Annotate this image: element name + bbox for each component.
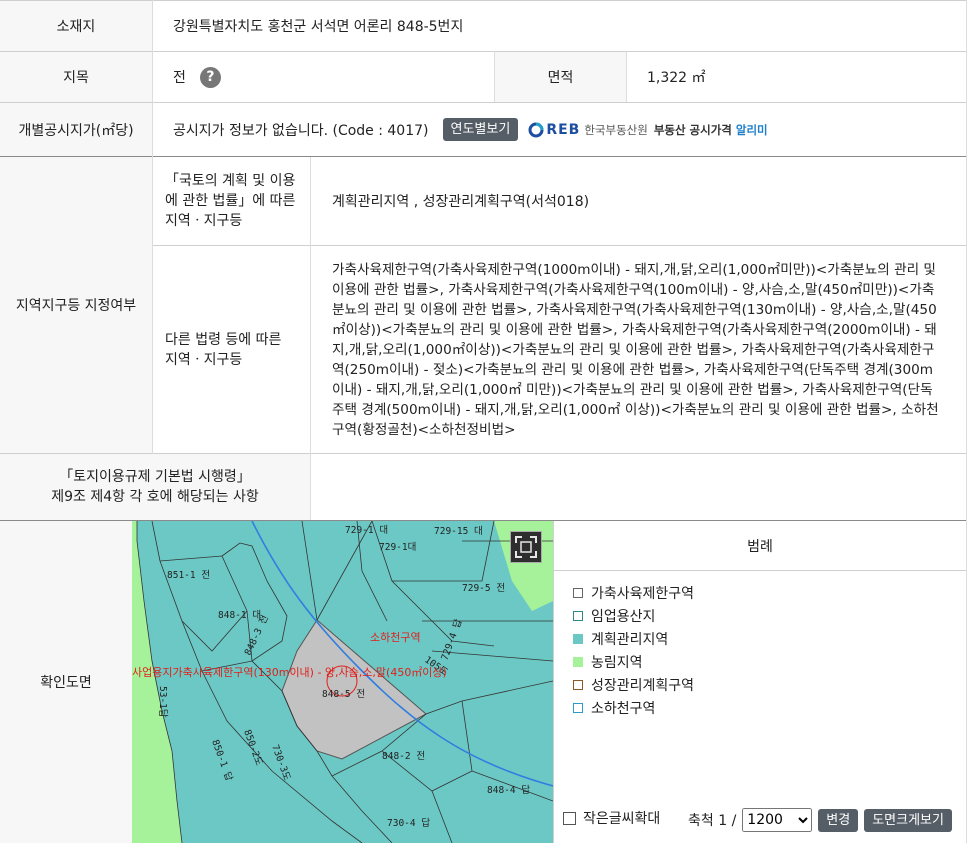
legend-item-label: 성장관리계획구역 [591,677,695,694]
land-category-value: 전 ? [153,52,494,102]
map-overlay-stream-zone: 소하천구역 [370,630,421,644]
scale-control: 축척 1 / 1200 변경 도면크게보기 [688,808,952,832]
legend-item: 계획관리지역 [573,627,966,650]
zoning-label: 지역지구등 지정여부 [0,157,152,453]
legend-item: 성장관리계획구역 [573,673,966,696]
legend-swatch [573,587,583,598]
small-text-checkbox[interactable] [563,811,576,825]
legend-swatch [573,610,583,621]
scale-change-button[interactable]: 변경 [818,808,859,832]
legend-item: 소하천구역 [573,696,966,719]
map-overlay-livestock-zone: 사업용지가축사육제한구역(130m이내) - 양,사슴,소,말(450㎡이상) [132,666,447,679]
legend-item-label: 임업용산지 [591,608,656,625]
other-law-label: 다른 법령 등에 따른 지역ㆍ지구등 [165,331,282,368]
reb-price-alimi-link[interactable]: REB 한국부동산원 부동산 공시가격 알리미 [528,121,768,138]
map-fullscreen-icon[interactable] [510,531,542,563]
svg-text:729-5 전: 729-5 전 [462,583,505,594]
enforcement-value [311,454,966,520]
legend-item: 가축사육제한구역 [573,581,966,604]
legend-item-label: 가축사육제한구역 [591,585,695,602]
legend-item: 임업용산지 [573,604,966,627]
svg-text:730-4 답: 730-4 답 [387,817,430,829]
national-law-value: 계획관리지역 , 성장관리계획구역(서석018) [332,194,590,210]
location-label: 소재지 [0,1,152,51]
legend-swatch [573,702,583,713]
map-enlarge-button[interactable]: 도면크게보기 [864,808,952,832]
enforcement-label: 「토지이용규제 기본법 시행령」 제9조 제4항 각 호에 해당되는 사항 [0,454,310,520]
legend-swatch [573,656,583,667]
reb-logo-icon [528,122,544,137]
price-value: 공시지가 정보가 없습니다. (Code : 4017) 연도별보기 REB 한… [153,103,966,156]
legend-swatch [573,633,583,644]
svg-text:53-1답: 53-1답 [157,686,169,718]
svg-text:729-15 대: 729-15 대 [434,526,483,537]
legend-title: 범례 [554,521,966,571]
legend-item-label: 농림지역 [591,654,643,671]
help-icon[interactable]: ? [199,66,221,88]
area-value: 1,322 ㎡ [647,70,706,86]
national-law-label: 「국토의 계획 및 이용에 관한 법률」에 따른 지역ㆍ지구등 [165,173,296,229]
svg-text:848-5 전: 848-5 전 [322,689,365,700]
legend-item: 농림지역 [573,650,966,673]
area-label: 면적 [495,52,626,102]
svg-text:729-1 대: 729-1 대 [345,525,388,536]
svg-text:848-2 전: 848-2 전 [382,751,425,762]
map-label: 확인도면 [0,521,132,843]
other-law-value: 가축사육제한구역(가축사육제한구역(1000m이내) - 돼지,개,닭,오리(1… [332,261,939,438]
svg-text:729-1대: 729-1대 [379,542,416,553]
legend-swatch [573,679,583,690]
svg-text:848-1 대: 848-1 대 [218,610,261,621]
legend-panel: 범례 가축사육제한구역 임업용산지 계획관리지역 농림지역 성장관리계획구역 소하천구역 … [553,521,966,843]
svg-text:848-4 답: 848-4 답 [487,784,530,796]
legend-list: 가축사육제한구역임업용산지계획관리지역농림지역성장관리계획구역소하천구역 [554,571,966,719]
land-use-page: 소재지 강원특별자치도 홍천군 서석면 어론리 848-5번지 지목 전 ? 면… [0,0,967,843]
scale-select[interactable]: 1200 [742,808,813,832]
legend-item-label: 소하천구역 [591,700,656,717]
location-value: 강원특별자치도 홍천군 서석면 어론리 848-5번지 [173,19,464,35]
land-category-label: 지목 [0,52,152,102]
reb-logo-text: REB [546,121,581,138]
small-text-toggle[interactable]: 작은글씨확대 [563,808,660,828]
svg-text:851-1 전: 851-1 전 [167,570,210,581]
confirmation-map[interactable]: 729-1대 729-1 대 729-15 대 729-5 전 851-1 전 … [132,521,553,843]
yearly-view-button[interactable]: 연도별보기 [442,118,519,141]
price-label: 개별공시지가(㎡당) [0,103,152,156]
legend-item-label: 계획관리지역 [591,631,669,648]
